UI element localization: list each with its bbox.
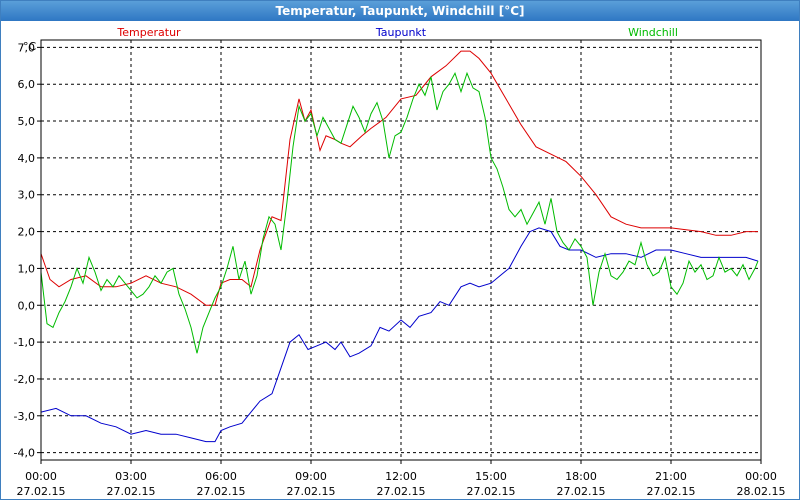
x-tick-time: 15:00 [475, 470, 507, 483]
chart-window: Temperatur, Taupunkt, Windchill [°C] 7,0… [0, 0, 800, 500]
y-tick-label: -4,0 [14, 447, 35, 460]
y-tick-label: -1,0 [14, 336, 35, 349]
x-tick-date: 27.02.15 [107, 485, 156, 498]
grid [40, 40, 762, 460]
x-tick-date: 27.02.15 [17, 485, 66, 498]
y-tick-label: 4,0 [18, 152, 36, 165]
y-unit-label: °C [23, 40, 37, 53]
x-tick-time: 09:00 [295, 470, 327, 483]
series-lines [40, 50, 759, 443]
x-tick-date: 27.02.15 [467, 485, 516, 498]
x-tick-date: 28.02.15 [737, 485, 786, 498]
x-axis: 00:00 27.02.15 03:00 27.02.15 06:00 27.02.15 0… [17, 460, 786, 498]
y-tick-label: 0,0 [18, 299, 36, 312]
x-tick-time: 00:00 [25, 470, 57, 483]
series-line-windchill [40, 71, 759, 354]
y-tick-label: 6,0 [18, 78, 36, 91]
legend-temperatur: Temperatur [116, 26, 181, 39]
x-tick-date: 27.02.15 [377, 485, 426, 498]
y-axis: 7,06,05,04,03,02,01,00,0-1,0-2,0-3,0-4,0 [14, 41, 41, 460]
legend: Temperatur Taupunkt Windchill [116, 26, 678, 39]
x-tick-date: 27.02.15 [287, 485, 336, 498]
y-tick-label: 2,0 [18, 226, 36, 239]
legend-taupunkt: Taupunkt [375, 26, 427, 39]
x-tick-time: 18:00 [565, 470, 597, 483]
x-tick-time: 12:00 [385, 470, 417, 483]
x-tick-time: 21:00 [655, 470, 687, 483]
x-tick-date: 27.02.15 [557, 485, 606, 498]
y-tick-label: -2,0 [14, 373, 35, 386]
x-tick-date: 27.02.15 [197, 485, 246, 498]
y-tick-label: 3,0 [18, 189, 36, 202]
line-chart: 7,06,05,04,03,02,01,00,0-1,0-2,0-3,0-4,0… [14, 26, 786, 498]
y-tick-label: 5,0 [18, 115, 36, 128]
series-line-taupunkt [40, 227, 759, 443]
series-line-temperatur [40, 50, 758, 306]
x-tick-time: 03:00 [115, 470, 147, 483]
legend-windchill: Windchill [628, 26, 678, 39]
x-tick-time: 06:00 [205, 470, 237, 483]
y-tick-label: -3,0 [14, 410, 35, 423]
x-tick-date: 27.02.15 [647, 485, 696, 498]
y-tick-label: 1,0 [18, 262, 36, 275]
x-tick-time: 00:00 [745, 470, 777, 483]
